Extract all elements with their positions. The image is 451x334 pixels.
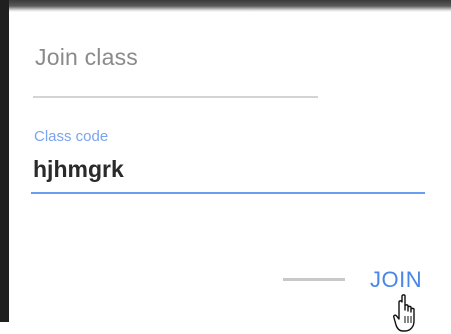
cancel-button[interactable]	[283, 278, 345, 281]
screen: Join class Class code JOIN	[0, 0, 451, 332]
class-code-label: Class code	[34, 128, 109, 145]
class-code-underline	[31, 192, 425, 194]
title-divider	[33, 96, 318, 98]
dialog-title: Join class	[35, 44, 138, 70]
hand-pointer-cursor-icon	[393, 294, 415, 332]
window-top-edge	[0, 0, 451, 12]
class-code-input[interactable]	[33, 156, 425, 183]
join-button[interactable]: JOIN	[370, 267, 422, 293]
join-class-dialog: Join class Class code JOIN	[9, 12, 451, 332]
window-left-edge	[0, 0, 9, 322]
